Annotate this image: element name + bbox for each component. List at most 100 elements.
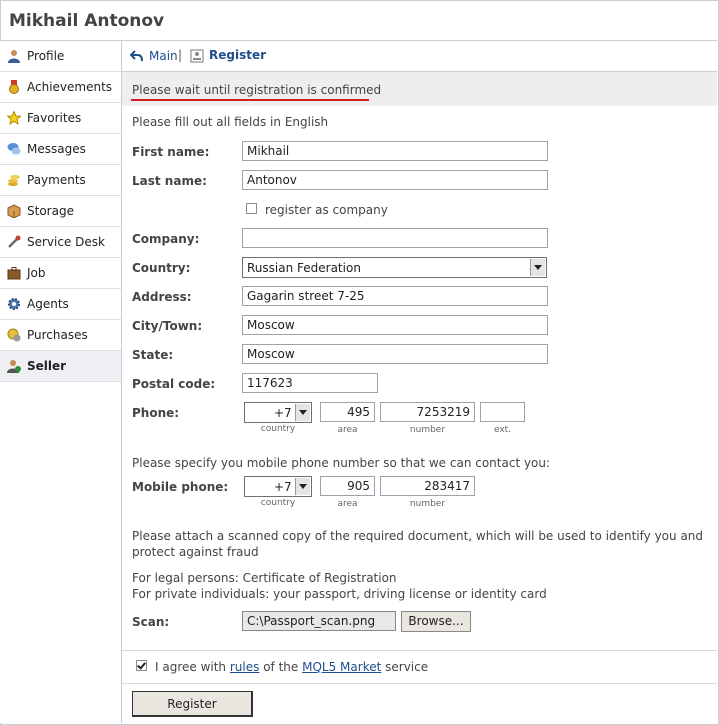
breadcrumb-main-link[interactable]: Main bbox=[149, 49, 178, 63]
coins-icon bbox=[8, 175, 20, 186]
phone-country-value: +7 bbox=[274, 406, 292, 420]
state-input[interactable]: Moscow bbox=[242, 344, 548, 364]
page-header: Mikhail Antonov bbox=[0, 0, 717, 41]
gear-icon bbox=[8, 298, 20, 310]
chevron-down-icon[interactable] bbox=[295, 478, 310, 495]
main-content: Main | Register Please wait until regist… bbox=[122, 41, 717, 723]
agree-checkbox[interactable] bbox=[136, 660, 147, 671]
browse-button[interactable]: Browse... bbox=[401, 611, 471, 632]
sidebar-item-label: Messages bbox=[27, 142, 86, 156]
divider bbox=[122, 650, 717, 651]
mobile-country-value: +7 bbox=[274, 480, 292, 494]
agree-text: I agree with rules of the MQL5 Market se… bbox=[155, 660, 428, 674]
rules-link[interactable]: rules bbox=[230, 660, 260, 674]
mobile-prompt: Please specify you mobile phone number s… bbox=[132, 456, 551, 470]
sidebar-item-label: Achievements bbox=[27, 80, 113, 94]
sidebar-item-achievements[interactable]: Achievements bbox=[0, 72, 121, 103]
mobile-phone-label: Mobile phone: bbox=[132, 480, 229, 494]
sidebar-item-label: Storage bbox=[27, 204, 74, 218]
sidebar-item-label: Agents bbox=[27, 297, 69, 311]
sidebar-item-profile[interactable]: Profile bbox=[0, 41, 121, 72]
agree-text-mid: of the bbox=[263, 660, 299, 674]
address-input[interactable]: Gagarin street 7-25 bbox=[242, 286, 548, 306]
country-select-value: Russian Federation bbox=[247, 261, 361, 275]
country-label: Country: bbox=[132, 261, 191, 275]
mobile-number-input[interactable]: 283417 bbox=[380, 476, 475, 496]
chevron-down-icon[interactable] bbox=[295, 404, 310, 421]
divider bbox=[122, 683, 717, 684]
mobile-area-input[interactable]: 905 bbox=[320, 476, 375, 496]
company-input[interactable] bbox=[242, 228, 548, 248]
form-intro: Please fill out all fields in English bbox=[132, 115, 329, 129]
phone-area-hint: area bbox=[337, 425, 358, 435]
register-as-company-checkbox[interactable] bbox=[246, 203, 257, 214]
breadcrumb: Main | Register bbox=[122, 41, 717, 72]
mobile-area-hint: area bbox=[337, 499, 358, 509]
last-name-input[interactable]: Antonov bbox=[242, 170, 548, 190]
sidebar-item-label: Seller bbox=[27, 359, 67, 373]
country-select[interactable]: Russian Federation bbox=[242, 257, 547, 278]
phone-country-select[interactable]: +7 bbox=[244, 402, 312, 423]
private-individuals-text: For private individuals: your passport, … bbox=[132, 587, 547, 601]
briefcase-icon bbox=[7, 267, 21, 280]
sidebar: Profile Achievements Favorites Messages … bbox=[0, 41, 122, 723]
mobile-country-select[interactable]: +7 bbox=[244, 476, 312, 497]
first-name-input[interactable]: Mikhail bbox=[242, 141, 548, 161]
sidebar-item-label: Payments bbox=[27, 173, 86, 187]
seller-icon bbox=[7, 360, 21, 373]
status-notice: Please wait until registration is confir… bbox=[122, 72, 717, 106]
sidebar-item-job[interactable]: Job bbox=[0, 258, 121, 289]
sidebar-item-seller[interactable]: Seller bbox=[0, 351, 121, 382]
tools-icon bbox=[8, 235, 21, 248]
last-name-label: Last name: bbox=[132, 174, 207, 188]
city-label: City/Town: bbox=[132, 319, 203, 333]
state-label: State: bbox=[132, 348, 174, 362]
scan-label: Scan: bbox=[132, 615, 170, 629]
agree-text-before: I agree with bbox=[155, 660, 227, 674]
sidebar-item-purchases[interactable]: Purchases bbox=[0, 320, 121, 351]
sidebar-item-favorites[interactable]: Favorites bbox=[0, 103, 121, 134]
mql5-market-link[interactable]: MQL5 Market bbox=[302, 660, 381, 674]
phone-area-input[interactable]: 495 bbox=[320, 402, 375, 422]
sidebar-item-label: Job bbox=[27, 266, 46, 280]
scan-file-input[interactable]: C:\Passport_scan.png bbox=[242, 611, 396, 631]
phone-number-hint: number bbox=[409, 425, 446, 435]
chat-icon bbox=[7, 143, 21, 155]
purchase-icon bbox=[7, 328, 21, 342]
sidebar-item-label: Service Desk bbox=[27, 235, 105, 249]
agree-text-after: service bbox=[385, 660, 429, 674]
sidebar-item-payments[interactable]: Payments bbox=[0, 165, 121, 196]
phone-label: Phone: bbox=[132, 406, 180, 420]
page-title: Mikhail Antonov bbox=[9, 11, 165, 31]
sidebar-item-agents[interactable]: Agents bbox=[0, 289, 121, 320]
chevron-down-icon[interactable] bbox=[530, 259, 545, 276]
sidebar-item-service-desk[interactable]: Service Desk bbox=[0, 227, 121, 258]
breadcrumb-current: Register bbox=[209, 48, 267, 62]
company-label: Company: bbox=[132, 232, 200, 246]
legal-persons-text: For legal persons: Certificate of Regist… bbox=[132, 571, 397, 585]
star-icon bbox=[7, 111, 21, 125]
sidebar-item-storage[interactable]: Storage bbox=[0, 196, 121, 227]
register-as-company-label: register as company bbox=[265, 203, 388, 217]
phone-ext-input[interactable] bbox=[480, 402, 525, 422]
phone-number-input[interactable]: 7253219 bbox=[380, 402, 475, 422]
medal-icon bbox=[9, 80, 19, 94]
postal-code-label: Postal code: bbox=[132, 377, 216, 391]
notice-text: Please wait until registration is confir… bbox=[132, 83, 382, 97]
first-name-label: First name: bbox=[132, 145, 210, 159]
register-form-icon bbox=[190, 49, 204, 63]
register-button[interactable]: Register bbox=[132, 691, 253, 717]
mobile-number-hint: number bbox=[409, 499, 446, 509]
address-label: Address: bbox=[132, 290, 192, 304]
phone-ext-hint: ext. bbox=[493, 425, 512, 435]
box-icon bbox=[7, 204, 21, 218]
breadcrumb-separator: | bbox=[178, 48, 183, 62]
sidebar-item-messages[interactable]: Messages bbox=[0, 134, 121, 165]
scan-instructions-line2: protect against fraud bbox=[132, 545, 259, 559]
mobile-country-hint: country bbox=[260, 498, 296, 508]
sidebar-item-label: Favorites bbox=[27, 111, 82, 125]
sidebar-item-label: Purchases bbox=[27, 328, 88, 342]
postal-code-input[interactable]: 117623 bbox=[242, 373, 378, 393]
back-arrow-icon[interactable] bbox=[130, 49, 144, 63]
city-input[interactable]: Moscow bbox=[242, 315, 548, 335]
